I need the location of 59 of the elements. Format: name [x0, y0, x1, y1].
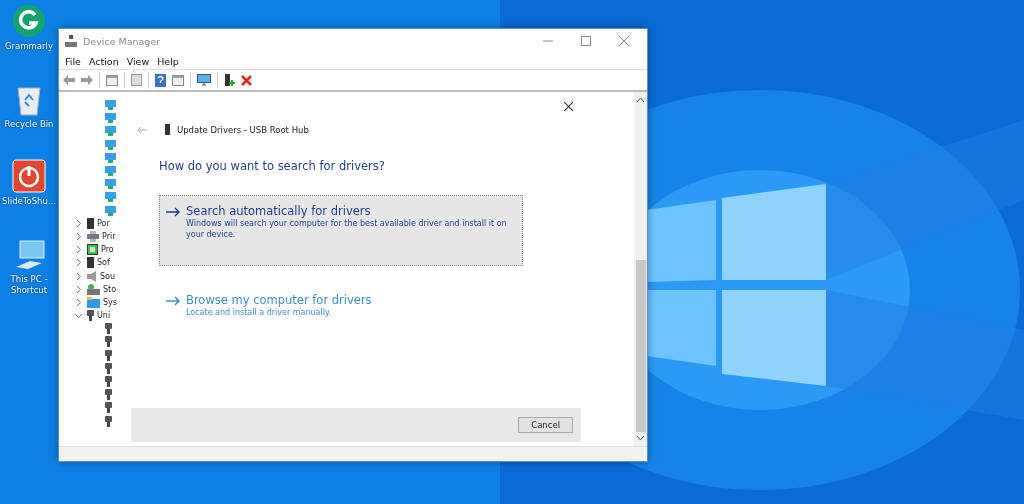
- tree-item[interactable]: Sys: [103, 297, 117, 307]
- forward-icon[interactable]: [81, 75, 93, 85]
- dialog-heading: How do you want to search for drivers?: [158, 158, 386, 173]
- menu-item[interactable]: View: [126, 55, 150, 67]
- delete-icon[interactable]: [241, 74, 252, 86]
- desktop-icon-label[interactable]: SlideToShu...: [2, 196, 56, 207]
- help-icon[interactable]: [155, 73, 166, 87]
- scroll-up-icon[interactable]: [637, 97, 644, 102]
- network-adapter-icon[interactable]: [105, 138, 116, 150]
- menu-item[interactable]: Action: [88, 55, 119, 67]
- desktop-icon-label[interactable]: Recycle Bin: [4, 118, 54, 130]
- tree-item[interactable]: Pro: [101, 245, 114, 255]
- grammarly-icon[interactable]: [12, 4, 46, 38]
- device-manager-icon: [65, 35, 77, 47]
- network-adapter-icon[interactable]: [105, 178, 116, 190]
- power-icon[interactable]: [12, 159, 46, 194]
- device-icon[interactable]: [87, 217, 94, 229]
- scroll-down-icon[interactable]: [637, 436, 644, 441]
- network-adapter-icon[interactable]: [105, 99, 116, 111]
- driver-option[interactable]: Search automatically for drivers Windows will search your computer for the best available driver and install it on your device.: [159, 195, 523, 266]
- arrow-icon: [166, 295, 180, 306]
- driver-option[interactable]: Browse my computer for drivers Locate and install a driver manually.: [159, 283, 523, 328]
- window-title: Device Manager: [83, 35, 161, 47]
- desktop-icon-label[interactable]: This PC - Shortcut: [0, 273, 58, 296]
- cancel-button[interactable]: Cancel: [518, 417, 573, 433]
- desktop-icon-label[interactable]: Grammarly: [5, 41, 53, 52]
- arrow-icon: [166, 207, 180, 217]
- network-adapter-icon[interactable]: [105, 151, 116, 163]
- network-adapter-icon[interactable]: [105, 191, 116, 203]
- tree-item[interactable]: Sto: [103, 284, 117, 294]
- dialog-title: Update Drivers - USB Root Hub: [177, 124, 309, 135]
- window-icon[interactable]: [172, 74, 184, 86]
- tree-item[interactable]: Uni: [97, 311, 111, 321]
- back-icon[interactable]: [63, 75, 75, 85]
- tree-item[interactable]: Sof: [97, 258, 110, 268]
- tree-item[interactable]: Prir: [102, 231, 116, 241]
- network-adapter-icon[interactable]: [105, 204, 116, 216]
- scrollbar-thumb[interactable]: [635, 260, 646, 432]
- network-adapter-icon[interactable]: [105, 112, 116, 124]
- monitor-icon[interactable]: [197, 74, 211, 86]
- storage-icon[interactable]: [87, 283, 100, 295]
- tree-item[interactable]: Por: [97, 218, 110, 228]
- printer-icon[interactable]: [87, 230, 99, 242]
- back-arrow-icon[interactable]: [137, 125, 147, 134]
- option-title: Search automatically for drivers: [186, 204, 372, 218]
- menu-item[interactable]: Help: [157, 55, 179, 67]
- tree-item[interactable]: Sou: [100, 271, 116, 281]
- network-adapter-icon[interactable]: [105, 165, 116, 177]
- network-adapter-icon[interactable]: [105, 125, 116, 137]
- option-description: Locate and install a driver manually.: [186, 307, 333, 319]
- window-icon[interactable]: [106, 74, 118, 86]
- processor-icon[interactable]: [87, 244, 98, 256]
- option-title: Browse my computer for drivers: [186, 292, 372, 307]
- maximize-icon[interactable]: [581, 36, 591, 46]
- menu-item[interactable]: File: [65, 55, 81, 67]
- close-icon[interactable]: [564, 102, 573, 111]
- option-description: Windows will search your computer for the best available driver and install it on your device.: [186, 219, 508, 241]
- scrollbar[interactable]: [634, 92, 647, 446]
- device-icon[interactable]: [87, 257, 94, 269]
